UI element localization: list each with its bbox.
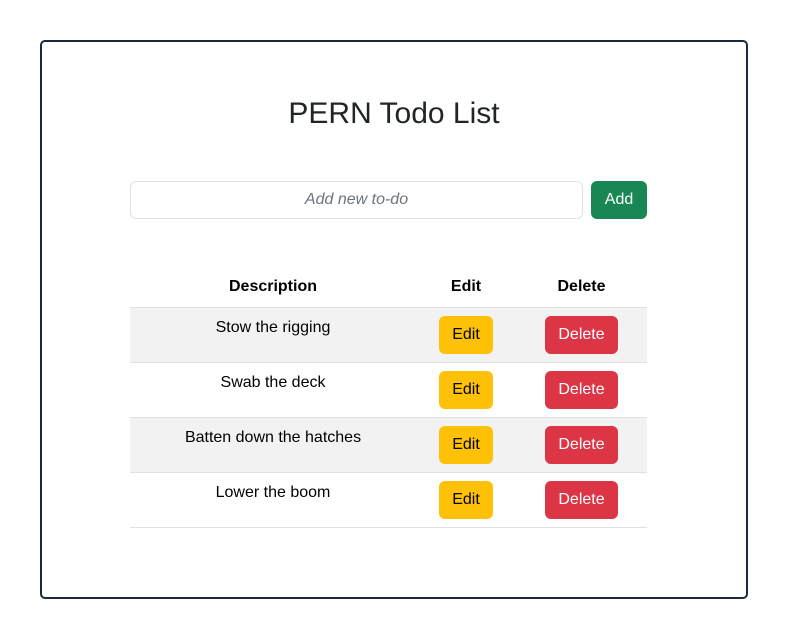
table-header-row: Description Edit Delete <box>130 267 647 308</box>
delete-button[interactable]: Delete <box>545 426 618 464</box>
todo-description: Lower the boom <box>215 484 331 501</box>
edit-button[interactable]: Edit <box>439 426 493 464</box>
edit-button[interactable]: Edit <box>439 481 493 519</box>
add-todo-form: Add <box>130 181 647 219</box>
table-row: Batten down the hatches Edit Delete <box>130 417 647 473</box>
header-description: Description <box>130 267 416 308</box>
delete-button[interactable]: Delete <box>545 371 618 409</box>
delete-cell: Delete <box>516 417 647 473</box>
todo-description: Swab the deck <box>220 374 326 391</box>
delete-button[interactable]: Delete <box>545 481 618 519</box>
todo-table: Description Edit Delete Stow the rigging… <box>130 267 647 528</box>
edit-cell: Edit <box>416 417 516 473</box>
edit-button[interactable]: Edit <box>439 371 493 409</box>
todo-description-cell: Swab the deck <box>130 362 416 418</box>
delete-cell: Delete <box>516 307 647 363</box>
header-edit: Edit <box>416 267 516 308</box>
todo-description-cell: Lower the boom <box>130 472 416 528</box>
delete-button[interactable]: Delete <box>545 316 618 354</box>
edit-button[interactable]: Edit <box>439 316 493 354</box>
todo-description-cell: Stow the rigging <box>130 307 416 363</box>
todo-description: Batten down the hatches <box>184 429 362 446</box>
delete-cell: Delete <box>516 362 647 418</box>
todo-description-cell: Batten down the hatches <box>130 417 416 473</box>
table-row: Lower the boom Edit Delete <box>130 472 647 528</box>
edit-cell: Edit <box>416 307 516 363</box>
new-todo-input[interactable] <box>130 181 583 219</box>
add-button[interactable]: Add <box>591 181 647 219</box>
todo-card: PERN Todo List Add Description Edit Dele… <box>40 40 748 599</box>
edit-cell: Edit <box>416 362 516 418</box>
page-title: PERN Todo List <box>288 97 500 130</box>
todo-description: Stow the rigging <box>215 319 331 336</box>
table-row: Swab the deck Edit Delete <box>130 362 647 418</box>
delete-cell: Delete <box>516 472 647 528</box>
header-delete: Delete <box>516 267 647 308</box>
table-row: Stow the rigging Edit Delete <box>130 307 647 363</box>
edit-cell: Edit <box>416 472 516 528</box>
